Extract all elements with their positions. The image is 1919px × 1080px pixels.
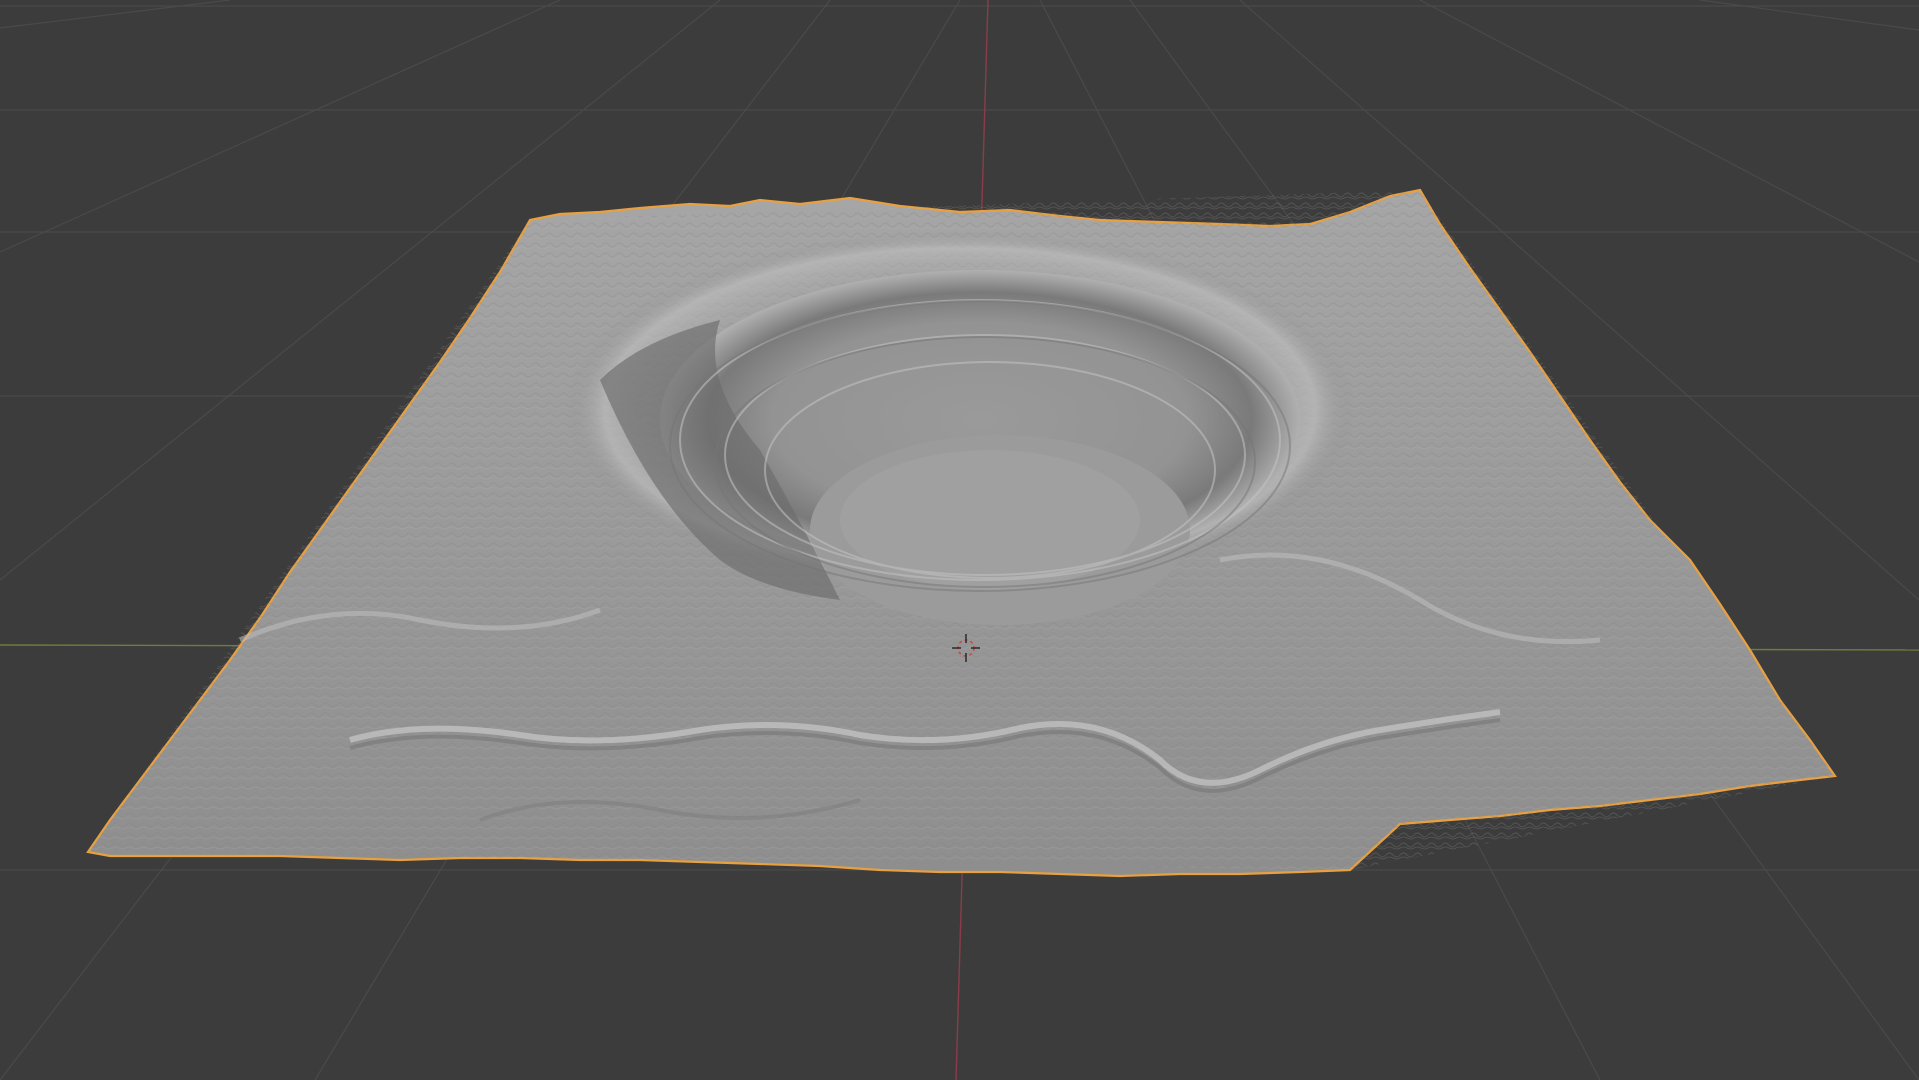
3d-viewport[interactable] bbox=[0, 0, 1919, 1080]
terrain-mesh[interactable] bbox=[86, 188, 1837, 878]
viewport-canvas[interactable] bbox=[0, 0, 1919, 1080]
